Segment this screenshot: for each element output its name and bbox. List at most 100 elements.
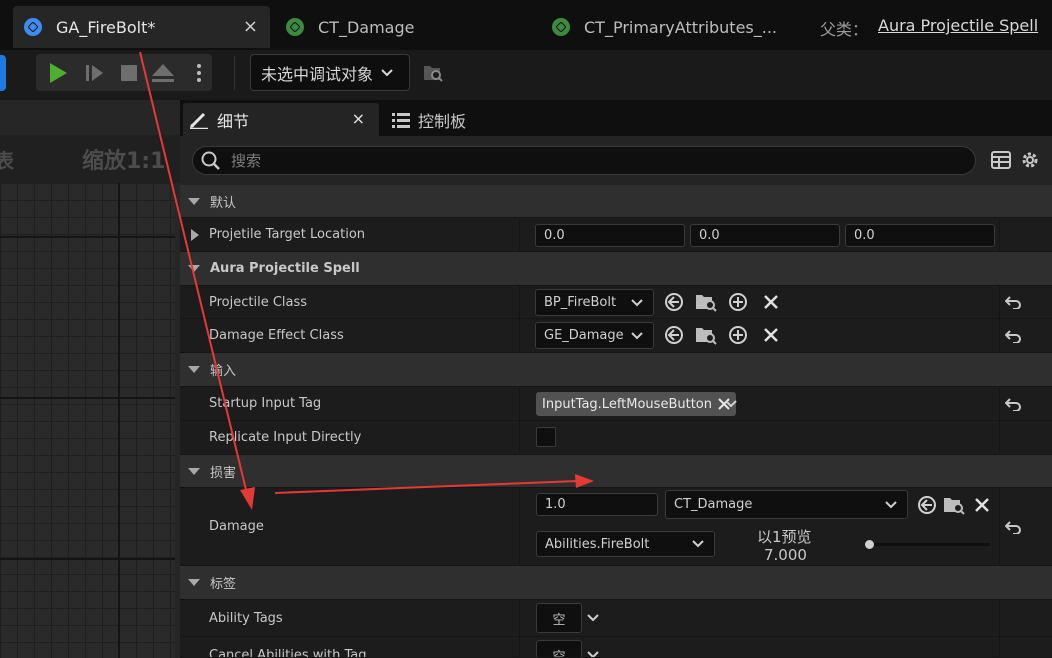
location-y-field[interactable]: 0.0	[690, 224, 840, 247]
debug-select-label: 未选中调试对象	[261, 64, 374, 84]
stop-icon[interactable]	[116, 60, 142, 86]
property-name: Cancel Abilities with Tag	[209, 647, 367, 658]
parent-class-link[interactable]: Aura Projectile Spell	[878, 16, 1038, 35]
category-input[interactable]: 输入	[180, 353, 1052, 387]
use-selected-icon[interactable]	[663, 324, 685, 346]
preview-label: 以1预览	[757, 528, 812, 546]
zoom-level: 缩放1:1	[82, 149, 166, 174]
tag-value: InputTag.LeftMouseButton	[542, 396, 712, 412]
tab-label: CT_Damage	[318, 17, 415, 37]
play-icon[interactable]	[45, 60, 71, 86]
location-z-field[interactable]: 0.0	[845, 224, 995, 247]
step-icon[interactable]	[81, 60, 107, 86]
chevron-down-icon[interactable]	[582, 607, 604, 629]
curve-table-select[interactable]: CT_Damage	[665, 490, 908, 519]
column-divider	[519, 600, 520, 636]
tab-ct-primary-attributes[interactable]: CT_PrimaryAttributes_...	[552, 6, 777, 48]
property-name: Replicate Input Directly	[209, 430, 362, 445]
collapse-arrow-icon	[188, 579, 200, 586]
collapse-arrow-icon	[188, 265, 200, 272]
column-divider	[519, 421, 520, 454]
preview-slider-track[interactable]	[870, 543, 990, 546]
category-damage[interactable]: 损害	[180, 455, 1052, 488]
location-x-field[interactable]: 0.0	[535, 224, 685, 247]
category-aura-projectile-spell[interactable]: Aura Projectile Spell	[180, 252, 1052, 286]
property-name: Ability Tags	[209, 610, 283, 626]
compile-button[interactable]	[0, 55, 6, 91]
tab-console[interactable]: 控制板	[392, 103, 466, 136]
tab-console-label: 控制板	[418, 111, 467, 131]
grid-line	[0, 558, 175, 560]
tab-details-label: 细节	[217, 111, 250, 131]
browse-icon[interactable]	[695, 291, 717, 313]
more-options-icon[interactable]	[186, 60, 212, 86]
chevron-down-icon	[885, 500, 897, 508]
projectile-class-select[interactable]: BP_FireBolt	[535, 289, 654, 316]
column-divider	[999, 488, 1000, 565]
tab-label: GA_FireBolt*	[56, 17, 156, 37]
use-selected-icon[interactable]	[663, 291, 685, 313]
category-tags[interactable]: 标签	[180, 566, 1052, 600]
damage-effect-class-select[interactable]: GE_Damage	[535, 322, 654, 349]
use-selected-icon[interactable]	[916, 494, 938, 516]
curve-row-select[interactable]: Abilities.FireBolt	[536, 531, 715, 557]
add-icon[interactable]	[727, 291, 749, 313]
replicate-input-checkbox[interactable]	[536, 427, 556, 447]
chevron-down-icon	[631, 298, 643, 306]
grid-line	[118, 183, 120, 658]
chevron-down-icon[interactable]	[720, 393, 742, 415]
property-row-cancel-abilities: Cancel Abilities with Tag 空	[180, 637, 1052, 658]
search-icon	[201, 151, 221, 171]
search-input[interactable]: 搜索	[192, 146, 976, 175]
debug-find-icon[interactable]	[422, 62, 444, 84]
property-name: Damage	[209, 519, 264, 534]
column-divider	[519, 218, 520, 251]
category-default[interactable]: 默认	[180, 185, 1052, 218]
graph-grid[interactable]	[0, 183, 175, 658]
category-label: 输入	[210, 364, 237, 379]
close-icon[interactable]: ×	[352, 109, 365, 128]
category-label: Aura Projectile Spell	[210, 261, 360, 276]
clear-icon[interactable]	[760, 291, 782, 313]
grid-line	[0, 397, 175, 399]
column-divider	[999, 387, 1000, 420]
blueprint-icon	[24, 18, 42, 36]
clear-icon[interactable]	[760, 324, 782, 346]
property-row-target-location: Projetile Target Location 0.0 0.0 0.0	[180, 218, 1052, 252]
reset-to-default-icon[interactable]	[1002, 393, 1024, 415]
tab-ct-damage[interactable]: CT_Damage	[286, 6, 414, 48]
column-divider	[519, 387, 520, 420]
expand-arrow-icon[interactable]	[191, 229, 199, 241]
clear-icon[interactable]	[971, 494, 993, 516]
property-row-ability-tags: Ability Tags 空	[180, 600, 1052, 637]
chevron-down-icon	[381, 68, 393, 77]
reset-to-default-icon[interactable]	[1002, 325, 1024, 347]
select-value: BP_FireBolt	[544, 295, 617, 310]
table-view-icon[interactable]	[991, 151, 1011, 169]
property-row-damage-effect-class: Damage Effect Class GE_Damage	[180, 319, 1052, 353]
property-name: Projectile Class	[209, 294, 308, 310]
add-icon[interactable]	[727, 324, 749, 346]
tab-label: CT_PrimaryAttributes_...	[584, 17, 778, 37]
eject-icon[interactable]	[150, 60, 176, 86]
gameplay-tag-chip[interactable]: InputTag.LeftMouseButton	[536, 392, 736, 416]
close-tab-icon[interactable]: ×	[243, 16, 258, 37]
browse-icon[interactable]	[695, 324, 717, 346]
chevron-down-icon[interactable]	[582, 644, 604, 657]
collapse-arrow-icon	[188, 366, 200, 373]
tab-details[interactable]: 细节 ×	[183, 103, 379, 136]
reset-to-default-icon[interactable]	[1002, 291, 1024, 313]
browse-icon[interactable]	[943, 494, 965, 516]
debug-object-select[interactable]: 未选中调试对象	[250, 54, 410, 91]
column-divider	[519, 637, 520, 657]
column-divider	[999, 600, 1000, 636]
select-value: CT_Damage	[674, 497, 753, 512]
gear-icon[interactable]	[1020, 150, 1040, 170]
category-label: 损害	[210, 465, 237, 481]
ability-tags-edit[interactable]: 空	[536, 603, 582, 633]
reset-to-default-icon[interactable]	[1002, 516, 1024, 538]
damage-value-field[interactable]: 1.0	[536, 493, 658, 516]
preview-slider-handle[interactable]	[865, 540, 874, 549]
tab-ga-firebolt[interactable]: GA_FireBolt* ×	[13, 6, 270, 48]
cancel-abilities-edit[interactable]: 空	[536, 640, 582, 657]
